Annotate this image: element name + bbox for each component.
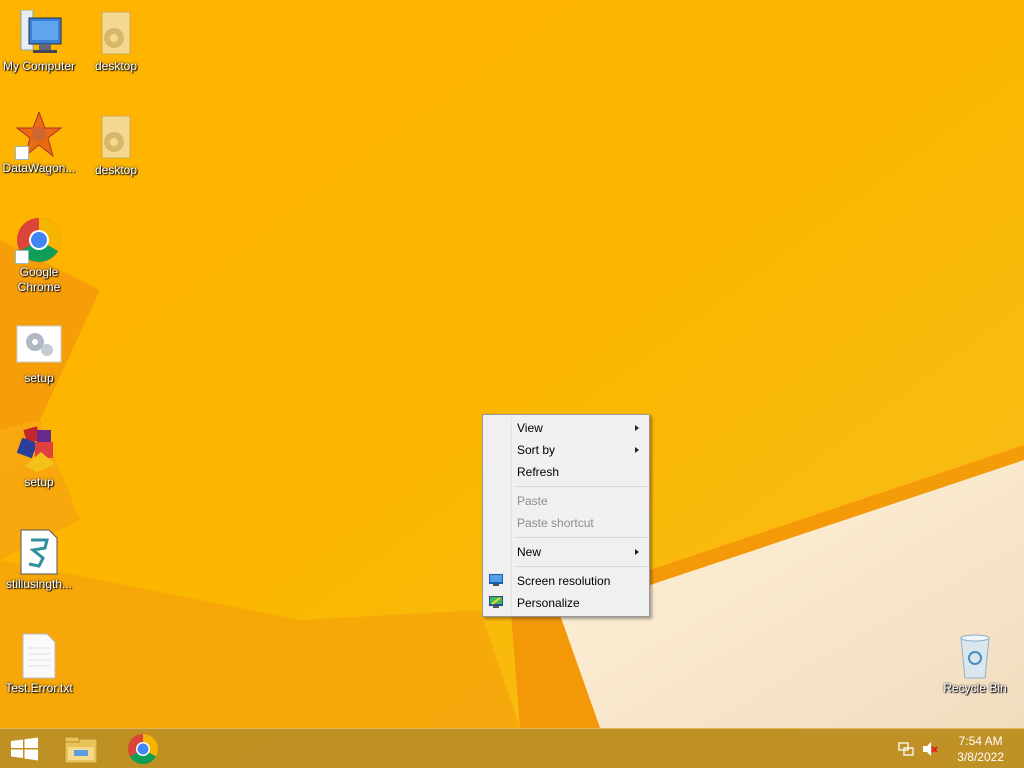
file-explorer-icon (64, 736, 98, 764)
recycle-bin-icon (951, 632, 999, 680)
desktop-icon-label: Recycle Bin (943, 681, 1007, 695)
setup-installer-icon (15, 426, 63, 474)
menu-item-label: Personalize (517, 596, 580, 610)
menu-item-paste-shortcut[interactable]: Paste shortcut (483, 512, 649, 534)
screen-resolution-icon (489, 574, 503, 586)
desktop-icon-label: stillusingth... (5, 577, 73, 591)
taskbar-file-explorer-button[interactable] (56, 729, 106, 768)
menu-item-label: Screen resolution (517, 574, 611, 588)
datawagon-icon (15, 110, 63, 160)
desktop-icon-label: setup (24, 371, 54, 385)
network-icon[interactable] (898, 741, 914, 757)
desktop-icon-label: DataWagon... (2, 161, 76, 175)
desktop-context-menu: View Sort by Refresh Paste Paste shortcu… (482, 414, 650, 617)
desktop-icon-datawagon[interactable]: DataWagon... (0, 110, 78, 176)
volume-muted-icon[interactable] (922, 741, 938, 757)
start-button[interactable] (0, 729, 50, 768)
menu-separator (515, 537, 647, 538)
desktop-icon-label: desktop (94, 59, 138, 73)
shortcut-arrow-icon (15, 250, 29, 264)
submenu-arrow-icon (635, 447, 639, 453)
desktop-icon-label: desktop (94, 163, 138, 177)
chrome-icon (15, 216, 63, 264)
desktop-icon-label: Google Chrome (17, 265, 61, 294)
menu-item-personalize[interactable]: Personalize (483, 592, 649, 614)
clock-time: 7:54 AM (958, 734, 1003, 748)
submenu-arrow-icon (635, 425, 639, 431)
desktop-icon-recycle-bin[interactable]: Recycle Bin (936, 632, 1014, 696)
menu-item-refresh[interactable]: Refresh (483, 461, 649, 483)
menu-item-label: View (517, 421, 543, 435)
windows-logo-icon (11, 737, 38, 761)
submenu-arrow-icon (635, 549, 639, 555)
menu-item-label: Sort by (517, 443, 556, 457)
menu-item-label: Refresh (517, 465, 560, 479)
desktop-icon-desktop-ini-2[interactable]: desktop (77, 114, 155, 178)
menu-item-paste[interactable]: Paste (483, 490, 649, 512)
menu-item-label: Paste (517, 494, 548, 508)
menu-item-screen-resolution[interactable]: Screen resolution (483, 570, 649, 592)
menu-item-sort-by[interactable]: Sort by (483, 439, 649, 461)
taskbar-clock[interactable]: 7:54 AM 3/8/2022 (957, 733, 1004, 765)
menu-item-label: Paste shortcut (517, 516, 594, 530)
menu-item-label: New (517, 545, 542, 559)
desktop-icon-google-chrome[interactable]: Google Chrome (0, 216, 78, 295)
desktop[interactable]: My Computer desktop DataWagon... desktop… (0, 0, 1024, 768)
menu-separator (515, 486, 647, 487)
taskbar-chrome-button[interactable] (118, 729, 168, 768)
desktop-icon-my-computer[interactable]: My Computer (0, 9, 78, 74)
text-file-icon (15, 632, 63, 680)
shortcut-arrow-icon (15, 146, 29, 160)
menu-item-view[interactable]: View (483, 417, 649, 439)
menu-separator (515, 566, 647, 567)
desktop-icon-label: Test.Error.txt (5, 681, 73, 695)
desktop-icon-setup-1[interactable]: setup (0, 322, 78, 386)
desktop-icon-label: My Computer (2, 59, 76, 73)
desktop-icon-label: setup (24, 475, 54, 489)
desktop-icon-test-error-txt[interactable]: Test.Error.txt (0, 632, 78, 696)
desktop-icon-desktop-ini-1[interactable]: desktop (77, 10, 155, 74)
script-file-icon (15, 528, 63, 576)
desktop-icon-setup-2[interactable]: setup (0, 426, 78, 490)
chrome-icon (128, 734, 159, 765)
settings-file-icon (92, 10, 140, 58)
desktop-icon-stillusingth[interactable]: stillusingth... (0, 528, 78, 592)
settings-file-icon (92, 114, 140, 162)
clock-date: 3/8/2022 (957, 750, 1004, 764)
menu-item-new[interactable]: New (483, 541, 649, 563)
personalize-icon (489, 596, 503, 608)
computer-icon (15, 9, 63, 58)
setup-gear-icon (15, 322, 63, 370)
taskbar: 7:54 AM 3/8/2022 (0, 728, 1024, 768)
